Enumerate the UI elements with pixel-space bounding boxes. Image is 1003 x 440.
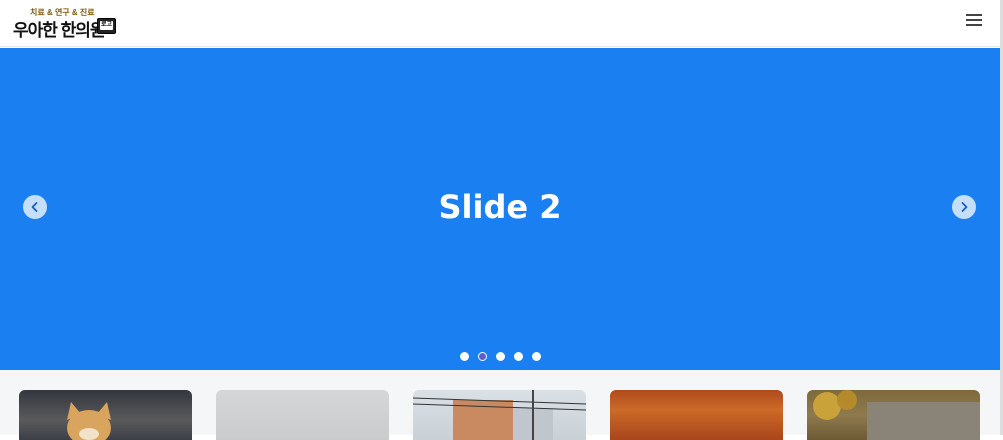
pagination-dot-4[interactable] (514, 352, 523, 361)
kitten-image (67, 402, 111, 440)
pagination-dot-5[interactable] (532, 352, 541, 361)
slide-title: Slide 2 (438, 188, 562, 226)
site-logo[interactable]: 치료 & 연구 & 진료 우아한 한의원 로고 (13, 7, 116, 40)
thumbnail-sky[interactable] (216, 390, 389, 440)
logo-badge: 로고 (97, 18, 116, 34)
logo-text: 우아한 한의원 (13, 21, 106, 40)
thumbnail-rust[interactable] (610, 390, 783, 440)
site-header: 치료 & 연구 & 진료 우아한 한의원 로고 (0, 0, 1003, 47)
buildings-image (413, 390, 586, 440)
pagination-dot-3[interactable] (496, 352, 505, 361)
hamburger-menu-icon[interactable] (962, 11, 986, 29)
thumbnail-stone-wall[interactable] (807, 390, 980, 440)
thumbnail-kitten[interactable] (19, 390, 192, 440)
carousel-prev-button[interactable] (23, 195, 47, 219)
logo-badge-text: 로고 (100, 21, 113, 30)
pagination-dot-2[interactable] (478, 352, 487, 361)
stone-wall-image (813, 390, 980, 440)
carousel-next-button[interactable] (952, 195, 976, 219)
hero-carousel: Slide 2 (0, 48, 1000, 370)
chevron-right-icon (961, 202, 968, 212)
thumbnail-strip (0, 370, 1000, 440)
thumbnail-buildings[interactable] (413, 390, 586, 440)
chevron-left-icon (31, 202, 38, 212)
pagination-dot-1[interactable] (460, 352, 469, 361)
